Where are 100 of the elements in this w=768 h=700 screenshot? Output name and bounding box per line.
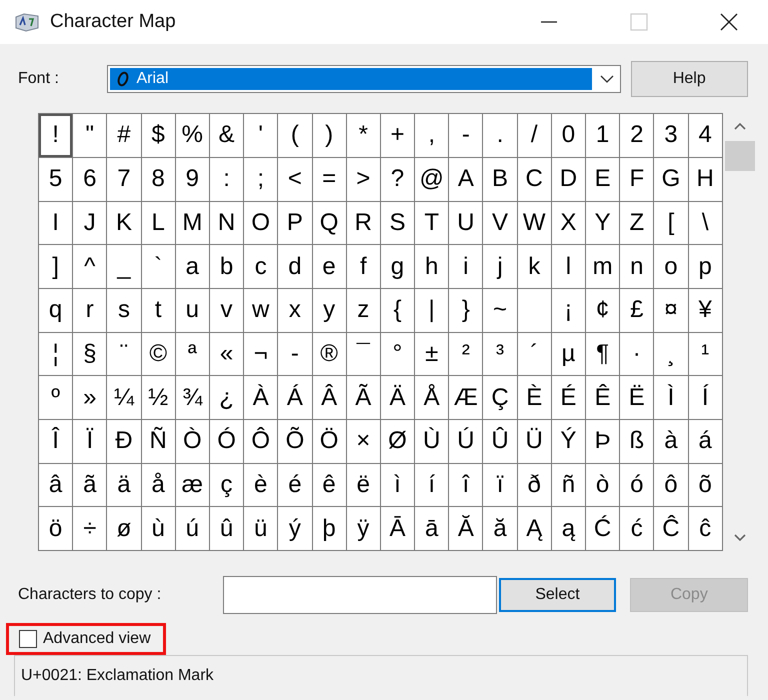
character-cell[interactable]: t xyxy=(142,288,175,332)
character-cell[interactable]: ï xyxy=(483,464,517,506)
character-cell[interactable]: ¨ xyxy=(107,332,141,376)
character-cell[interactable]: é xyxy=(278,464,312,506)
character-cell[interactable]: T xyxy=(415,202,448,244)
character-cell[interactable]: : xyxy=(210,158,244,200)
character-cell[interactable]: ¼ xyxy=(107,376,141,419)
character-cell[interactable]: 1 xyxy=(586,114,620,157)
character-cell[interactable]: > xyxy=(346,158,380,200)
character-cell[interactable]: Î xyxy=(39,420,72,463)
close-icon[interactable] xyxy=(720,13,738,32)
character-cell[interactable]: © xyxy=(142,332,175,376)
character-cell[interactable]: ± xyxy=(415,332,448,376)
character-cell[interactable]: Ã xyxy=(346,376,380,419)
character-cell[interactable]: R xyxy=(346,202,380,244)
character-cell[interactable]: 5 xyxy=(39,158,72,200)
character-cell[interactable]: ¦ xyxy=(39,332,72,376)
character-cell[interactable]: ç xyxy=(210,464,244,506)
character-cell[interactable]: ' xyxy=(244,114,278,157)
character-cell[interactable]: a xyxy=(176,245,209,288)
character-cell[interactable]: ª xyxy=(176,332,209,376)
character-cell[interactable]: * xyxy=(346,114,380,157)
character-cell[interactable]: ¯ xyxy=(346,332,380,376)
character-cell[interactable]: B xyxy=(483,158,517,200)
character-cell[interactable]: å xyxy=(142,464,175,506)
character-cell[interactable]: < xyxy=(278,158,312,200)
character-cell[interactable]: õ xyxy=(688,464,722,506)
character-cell[interactable]: @ xyxy=(415,158,448,200)
character-cell[interactable]: c xyxy=(244,245,278,288)
character-cell[interactable]: V xyxy=(483,202,517,244)
character-cell[interactable]: ½ xyxy=(142,376,175,419)
character-cell[interactable]: Ç xyxy=(483,376,517,419)
character-cell[interactable]: ÿ xyxy=(346,507,380,550)
character-cell[interactable]: ² xyxy=(449,332,482,376)
character-cell[interactable]: % xyxy=(176,114,209,157)
character-cell[interactable]: ´ xyxy=(518,332,551,376)
character-cell[interactable]: ) xyxy=(312,114,346,157)
character-cell[interactable]: ¾ xyxy=(176,376,209,419)
character-cell[interactable]: m xyxy=(586,245,620,288)
character-cell[interactable]: f xyxy=(346,245,380,288)
character-cell[interactable]: d xyxy=(278,245,312,288)
character-cell[interactable] xyxy=(518,288,551,332)
character-cell[interactable]: " xyxy=(73,114,106,157)
character-cell[interactable]: Ą xyxy=(518,507,551,550)
character-cell[interactable]: Å xyxy=(415,376,448,419)
character-cell[interactable]: È xyxy=(518,376,551,419)
character-cell[interactable]: + xyxy=(380,114,414,157)
character-cell[interactable]: z xyxy=(346,288,380,332)
character-cell[interactable]: K xyxy=(107,202,141,244)
character-cell[interactable]: J xyxy=(73,202,106,244)
character-cell[interactable]: Ā xyxy=(380,507,414,550)
character-cell[interactable]: I xyxy=(39,202,72,244)
character-cell[interactable]: ā xyxy=(415,507,448,550)
character-cell[interactable]: þ xyxy=(312,507,346,550)
character-cell[interactable]: 6 xyxy=(73,158,106,200)
character-cell[interactable]: y xyxy=(312,288,346,332)
character-cell[interactable]: Ĉ xyxy=(654,507,688,550)
character-cell[interactable]: D xyxy=(552,158,585,200)
character-cell[interactable]: × xyxy=(346,420,380,463)
character-cell[interactable]: Ù xyxy=(415,420,448,463)
character-cell[interactable]: ° xyxy=(380,332,414,376)
character-cell[interactable]: ß xyxy=(620,420,654,463)
character-cell[interactable]: l xyxy=(552,245,585,288)
character-cell[interactable]: O xyxy=(244,202,278,244)
character-cell[interactable]: À xyxy=(244,376,278,419)
character-cell[interactable]: ¸ xyxy=(654,332,688,376)
character-cell[interactable]: n xyxy=(620,245,654,288)
character-cell[interactable]: - xyxy=(449,114,482,157)
character-cell[interactable]: [ xyxy=(654,202,688,244)
character-cell[interactable]: ø xyxy=(107,507,141,550)
character-cell[interactable]: u xyxy=(176,288,209,332)
character-cell[interactable]: à xyxy=(654,420,688,463)
character-cell[interactable]: U xyxy=(449,202,482,244)
character-cell[interactable]: , xyxy=(415,114,448,157)
character-cell[interactable]: C xyxy=(518,158,551,200)
scrollbar-thumb[interactable] xyxy=(724,141,755,172)
character-cell[interactable]: Z xyxy=(620,202,654,244)
character-cell[interactable]: ® xyxy=(312,332,346,376)
character-cell[interactable]: w xyxy=(244,288,278,332)
character-cell[interactable]: ĉ xyxy=(688,507,722,550)
help-button[interactable]: Help xyxy=(630,61,748,98)
character-cell[interactable]: è xyxy=(244,464,278,506)
character-cell[interactable]: â xyxy=(39,464,72,506)
scroll-up-icon[interactable] xyxy=(732,121,747,132)
character-cell[interactable]: S xyxy=(380,202,414,244)
character-cell[interactable]: e xyxy=(312,245,346,288)
character-cell[interactable]: î xyxy=(449,464,482,506)
character-cell[interactable]: Æ xyxy=(449,376,482,419)
character-cell[interactable]: Ï xyxy=(73,420,106,463)
character-cell[interactable]: ¥ xyxy=(688,288,722,332)
character-cell[interactable]: F xyxy=(620,158,654,200)
character-cell[interactable]: ý xyxy=(278,507,312,550)
character-cell[interactable]: ì xyxy=(380,464,414,506)
character-cell[interactable]: ^ xyxy=(73,245,106,288)
character-cell[interactable]: µ xyxy=(552,332,585,376)
character-cell[interactable]: Ô xyxy=(244,420,278,463)
character-cell[interactable]: W xyxy=(518,202,551,244)
character-cell[interactable]: ¶ xyxy=(586,332,620,376)
character-cell[interactable]: L xyxy=(142,202,175,244)
character-cell[interactable]: Q xyxy=(312,202,346,244)
